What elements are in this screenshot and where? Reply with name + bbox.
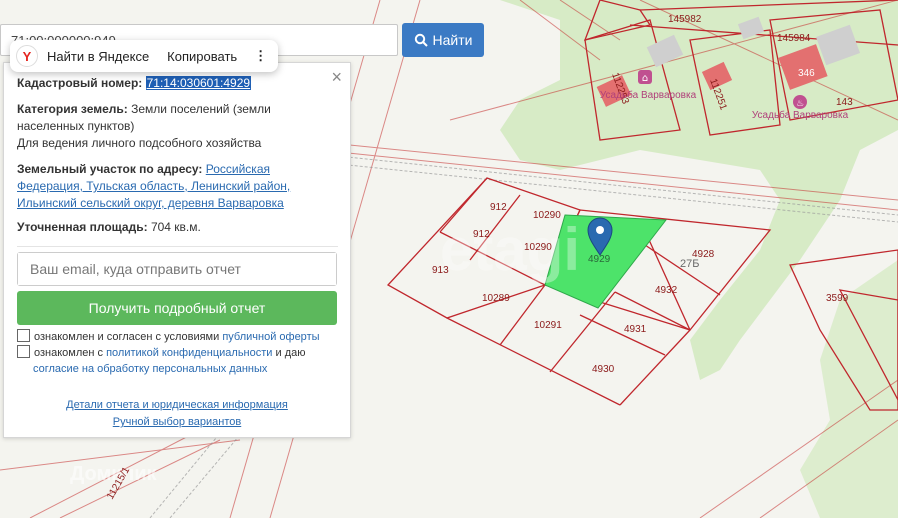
consent-offer[interactable]: ознакомлен и согласен с условиями публич… bbox=[17, 329, 320, 345]
consent-offer-checkbox[interactable] bbox=[17, 329, 30, 342]
consent-privacy[interactable]: ознакомлен с политикой конфиденциальност… bbox=[17, 345, 306, 377]
consent-privacy-mid: и даю bbox=[275, 347, 306, 359]
plot-label: 10289 bbox=[482, 293, 510, 304]
public-offer-link[interactable]: публичной оферты bbox=[222, 331, 319, 343]
plot-info-panel: × Кадастровый номер: 71:14:030601:4929 К… bbox=[3, 62, 351, 438]
plot-label: 912 bbox=[473, 229, 490, 240]
personal-data-link[interactable]: согласие на обработку персональных данны… bbox=[33, 363, 267, 375]
plot-label: 4930 bbox=[592, 364, 615, 375]
category-row: Категория земель: Земли поселений (земли… bbox=[17, 101, 338, 135]
copy-menu-item[interactable]: Копировать bbox=[158, 49, 246, 64]
plot-label: 4931 bbox=[624, 324, 647, 335]
cadastral-label: Кадастровый номер: bbox=[17, 76, 143, 90]
address-label: Земельный участок по адресу: bbox=[17, 162, 203, 176]
food-icon: ♨ bbox=[796, 99, 804, 109]
consent-privacy-text: ознакомлен с bbox=[34, 347, 104, 359]
search-yandex-menu-item[interactable]: Найти в Яндексе bbox=[38, 49, 158, 64]
consent-privacy-checkbox[interactable] bbox=[17, 345, 30, 358]
plot-label: 10290 bbox=[533, 210, 561, 221]
manual-select-link[interactable]: Ручной выбор вариантов bbox=[4, 416, 350, 428]
area-label: Уточненная площадь: bbox=[17, 220, 148, 234]
divider bbox=[17, 246, 338, 247]
cadastral-row: Кадастровый номер: 71:14:030601:4929 bbox=[17, 75, 338, 92]
building-number: 346 bbox=[798, 68, 815, 79]
search-button[interactable]: Найти bbox=[402, 23, 484, 57]
plot-label: 913 bbox=[432, 265, 449, 276]
yandex-logo-icon: Y bbox=[16, 45, 38, 67]
poi-label: Усадьба Варваровка bbox=[752, 109, 849, 121]
email-field[interactable] bbox=[18, 253, 336, 285]
more-icon[interactable]: ⋮ bbox=[246, 48, 275, 64]
address-row: Земельный участок по адресу: Российская … bbox=[17, 161, 338, 212]
hotel-icon: ⌂ bbox=[642, 73, 648, 84]
get-report-button[interactable]: Получить подробный отчет bbox=[17, 291, 337, 325]
search-icon bbox=[414, 33, 428, 47]
building-number: 27Б bbox=[680, 258, 699, 270]
plot-label: 143 bbox=[836, 97, 853, 108]
usage-text: Для ведения личного подсобного хозяйства bbox=[17, 136, 262, 150]
area-row: Уточненная площадь: 704 кв.м. bbox=[17, 219, 338, 236]
email-field-wrap[interactable] bbox=[17, 252, 337, 286]
report-details-link[interactable]: Детали отчета и юридическая информация bbox=[4, 399, 350, 411]
poi-label: Усадьба Варваровка bbox=[600, 89, 697, 101]
consent-offer-text: ознакомлен и согласен с условиями bbox=[34, 331, 220, 343]
plot-label-selected: 4929 bbox=[588, 254, 611, 265]
selection-context-menu: Y Найти в Яндексе Копировать ⋮ bbox=[10, 40, 278, 72]
plot-label: 4932 bbox=[655, 285, 678, 296]
plot-label: 10290 bbox=[524, 242, 552, 253]
plot-label: 145984 bbox=[777, 33, 811, 44]
area-value: 704 кв.м. bbox=[150, 220, 201, 234]
privacy-policy-link[interactable]: политикой конфиденциальности bbox=[106, 347, 272, 359]
watermark-etagi: etagi bbox=[440, 216, 580, 283]
plot-label: 10291 bbox=[534, 320, 562, 331]
cadastral-number-link[interactable]: 71:14:030601:4929 bbox=[145, 76, 252, 90]
plot-label: 912 bbox=[490, 202, 507, 213]
category-label: Категория земель: bbox=[17, 102, 128, 116]
plot-label: 145982 bbox=[668, 14, 702, 25]
search-button-label: Найти bbox=[432, 32, 473, 48]
plot-label: 3599 bbox=[826, 293, 849, 304]
